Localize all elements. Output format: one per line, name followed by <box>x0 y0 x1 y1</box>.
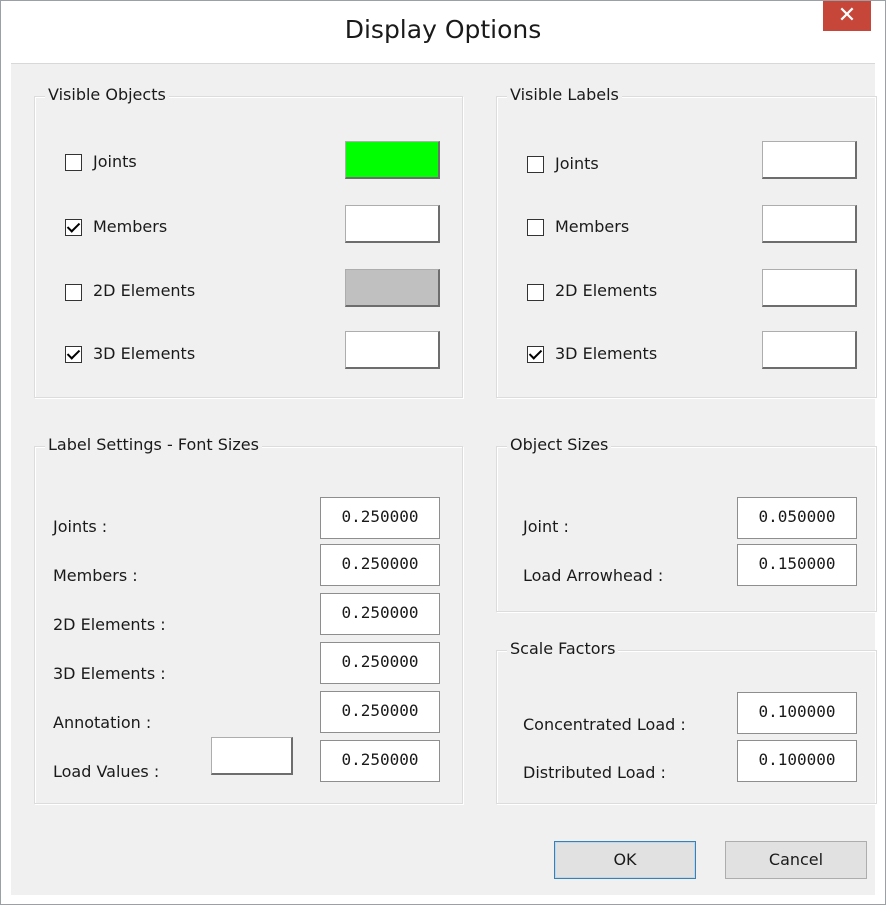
visible-labels-3d-elements-color-button[interactable] <box>762 331 857 369</box>
label-settings-joints-label: Joints : <box>53 517 108 536</box>
visible-labels-members-label: Members <box>555 217 630 236</box>
label-settings-3d-elements-input[interactable]: 0.250000 <box>320 642 440 684</box>
label-settings-title: Label Settings - Font Sizes <box>45 435 262 454</box>
display-options-dialog: Display Options ✕ Visible Objects Joints… <box>0 0 886 905</box>
visible-labels-3d-elements-checkbox[interactable] <box>527 346 544 363</box>
label-settings-annotation-input[interactable]: 0.250000 <box>320 691 440 733</box>
visible-labels-2d-elements-label: 2D Elements <box>555 281 658 300</box>
visible-labels-joints-label: Joints <box>555 154 599 173</box>
scale-factors-group: Scale Factors Concentrated Load : 0.1000… <box>496 639 877 804</box>
visible-labels-members-color-button[interactable] <box>762 205 857 243</box>
dialog-client-area: Visible Objects Joints Members 2D Elemen… <box>11 63 877 895</box>
visible-objects-members-label: Members <box>93 217 168 236</box>
scale-factors-concentrated-load-label: Concentrated Load : <box>523 715 686 734</box>
scale-factors-distributed-load-label: Distributed Load : <box>523 763 666 782</box>
visible-objects-2d-elements-color-button[interactable] <box>345 269 440 307</box>
visible-objects-title: Visible Objects <box>45 85 169 104</box>
visible-objects-3d-elements-label: 3D Elements <box>93 344 196 363</box>
visible-labels-2d-elements-color-button[interactable] <box>762 269 857 307</box>
load-values-color-button[interactable] <box>211 737 293 775</box>
object-sizes-group: Object Sizes Joint : 0.050000 Load Arrow… <box>496 435 877 612</box>
visible-labels-title: Visible Labels <box>507 85 622 104</box>
scale-factors-concentrated-load-input[interactable]: 0.100000 <box>737 692 857 734</box>
visible-objects-group: Visible Objects Joints Members 2D Elemen… <box>34 85 463 398</box>
label-settings-2d-elements-input[interactable]: 0.250000 <box>320 593 440 635</box>
dialog-title: Display Options <box>344 15 542 44</box>
visible-objects-3d-elements-checkbox[interactable] <box>65 346 82 363</box>
label-settings-2d-elements-label: 2D Elements : <box>53 615 166 634</box>
label-settings-joints-input[interactable]: 0.250000 <box>320 497 440 539</box>
label-settings-3d-elements-label: 3D Elements : <box>53 664 166 683</box>
title-bar: Display Options ✕ <box>1 1 885 63</box>
visible-objects-joints-color-button[interactable] <box>345 141 440 179</box>
scale-factors-distributed-load-input[interactable]: 0.100000 <box>737 740 857 782</box>
label-settings-load-values-label: Load Values : <box>53 762 160 781</box>
object-sizes-joint-input[interactable]: 0.050000 <box>737 497 857 539</box>
cancel-button[interactable]: Cancel <box>725 841 867 879</box>
visible-objects-members-checkbox[interactable] <box>65 219 82 236</box>
visible-labels-3d-elements-label: 3D Elements <box>555 344 658 363</box>
label-settings-members-input[interactable]: 0.250000 <box>320 544 440 586</box>
ok-button[interactable]: OK <box>554 841 696 879</box>
label-settings-load-values-input[interactable]: 0.250000 <box>320 740 440 782</box>
scale-factors-title: Scale Factors <box>507 639 619 658</box>
visible-objects-members-color-button[interactable] <box>345 205 440 243</box>
visible-labels-joints-checkbox[interactable] <box>527 156 544 173</box>
visible-labels-joints-color-button[interactable] <box>762 141 857 179</box>
object-sizes-load-arrowhead-label: Load Arrowhead : <box>523 566 664 585</box>
visible-labels-group: Visible Labels Joints Members 2D Element… <box>496 85 877 398</box>
label-settings-group: Label Settings - Font Sizes Joints : 0.2… <box>34 435 463 804</box>
object-sizes-joint-label: Joint : <box>523 517 569 536</box>
visible-objects-2d-elements-label: 2D Elements <box>93 281 196 300</box>
visible-objects-joints-checkbox[interactable] <box>65 154 82 171</box>
visible-labels-members-checkbox[interactable] <box>527 219 544 236</box>
visible-labels-2d-elements-checkbox[interactable] <box>527 284 544 301</box>
object-sizes-title: Object Sizes <box>507 435 612 454</box>
object-sizes-load-arrowhead-input[interactable]: 0.150000 <box>737 544 857 586</box>
visible-objects-3d-elements-color-button[interactable] <box>345 331 440 369</box>
label-settings-members-label: Members : <box>53 566 138 585</box>
close-icon[interactable]: ✕ <box>823 1 871 31</box>
visible-objects-2d-elements-checkbox[interactable] <box>65 284 82 301</box>
visible-objects-joints-label: Joints <box>93 152 137 171</box>
label-settings-annotation-label: Annotation : <box>53 713 152 732</box>
